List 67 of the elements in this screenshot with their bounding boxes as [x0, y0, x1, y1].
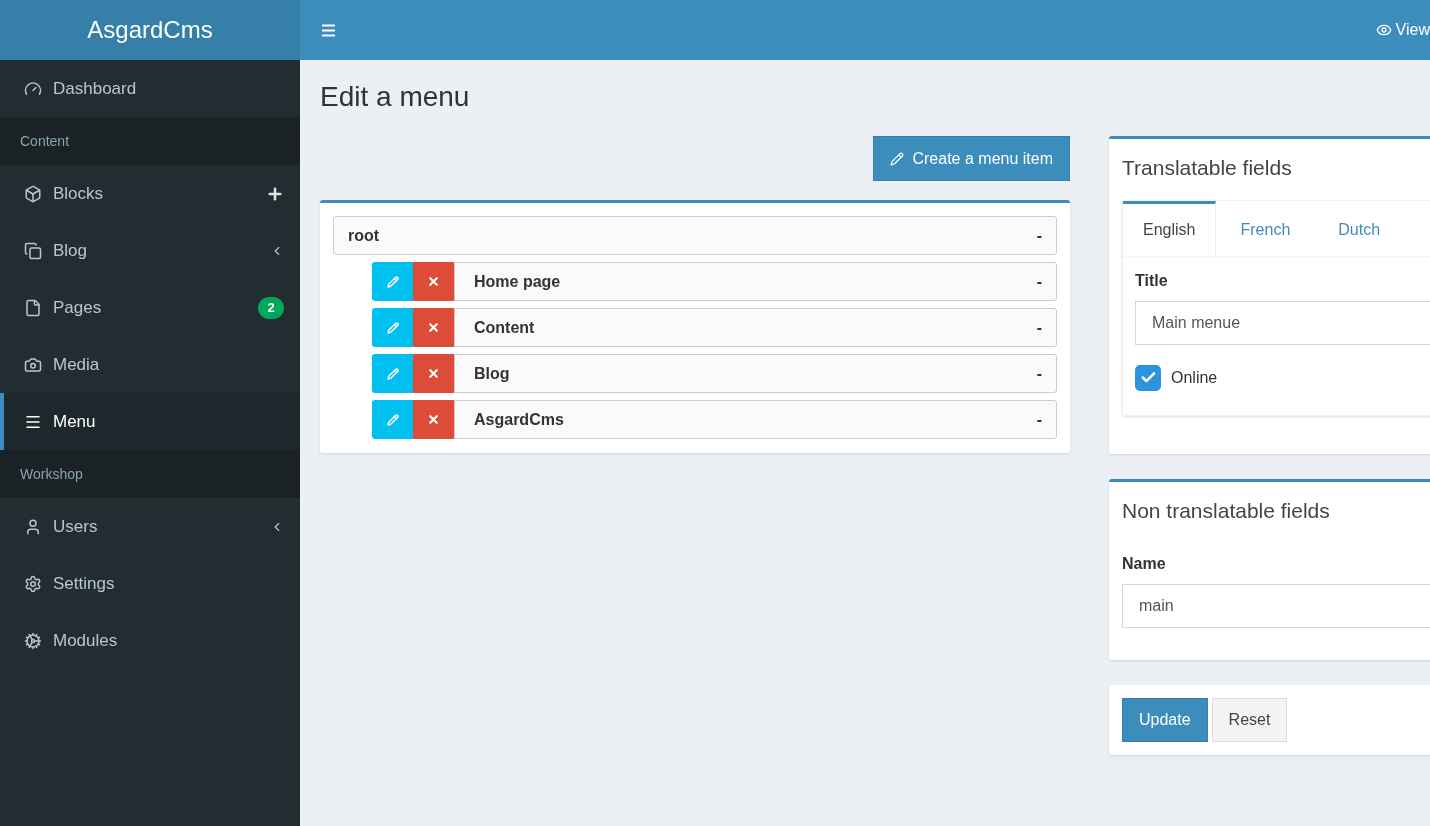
- tree-item[interactable]: Home page -: [454, 262, 1057, 301]
- sidebar-item[interactable]: Users: [0, 498, 300, 555]
- checkbox-label: Online: [1171, 367, 1218, 388]
- title-input[interactable]: Main menue: [1135, 300, 1430, 345]
- sidebar-item[interactable]: Menu: [0, 393, 300, 450]
- tree-item[interactable]: Blog -: [454, 354, 1057, 393]
- gauge-icon: [24, 79, 42, 98]
- user-icon: [24, 517, 42, 536]
- sidebar-item[interactable]: Media: [0, 336, 300, 393]
- close-icon: [427, 367, 440, 380]
- panel-title: Non translatable fields: [1122, 497, 1331, 524]
- language-tab[interactable]: Dutch: [1314, 200, 1405, 256]
- tree-item-label: Home page: [474, 271, 561, 292]
- pencil-icon: [890, 151, 905, 166]
- brand-logo[interactable]: AsgardCms: [0, 0, 300, 60]
- delete-button[interactable]: [413, 308, 454, 347]
- file-icon: [24, 298, 42, 317]
- cogs-icon: [24, 631, 42, 650]
- sidebar-item[interactable]: Settings: [0, 555, 300, 612]
- delete-button[interactable]: [413, 400, 454, 439]
- collapse-toggle[interactable]: -: [1036, 223, 1042, 248]
- sidebar-item[interactable]: Blog: [0, 222, 300, 279]
- tree-item-label: AsgardCms: [474, 409, 564, 430]
- create-menu-item-button[interactable]: Create a menu item: [873, 136, 1070, 181]
- online-checkbox[interactable]: [1135, 364, 1161, 391]
- tree-item[interactable]: root -: [333, 216, 1057, 255]
- eye-icon: [1375, 22, 1392, 38]
- close-icon: [427, 321, 440, 334]
- tree-item-label: Content: [474, 317, 535, 338]
- close-icon: [427, 413, 440, 426]
- update-button[interactable]: Update: [1122, 698, 1208, 742]
- tree-item[interactable]: AsgardCms -: [454, 400, 1057, 439]
- sidebar-item[interactable]: Blocks: [0, 165, 300, 222]
- sidebar-item[interactable]: Pages 2: [0, 279, 300, 336]
- collapse-toggle[interactable]: -: [1036, 315, 1042, 340]
- delete-button[interactable]: [413, 354, 454, 393]
- pencil-icon: [386, 413, 399, 426]
- sidebar-section-header: Content: [0, 117, 300, 165]
- count-badge: 2: [258, 296, 284, 319]
- camera-icon: [24, 355, 42, 374]
- delete-button[interactable]: [413, 262, 454, 301]
- pencil-icon: [386, 321, 399, 334]
- tree-item-label: root: [348, 225, 380, 246]
- close-icon: [427, 275, 440, 288]
- collapse-toggle[interactable]: -: [1036, 407, 1042, 432]
- pencil-icon: [386, 275, 399, 288]
- panel-title: Translatable fields: [1122, 155, 1293, 181]
- name-input[interactable]: main: [1122, 584, 1430, 628]
- view-link[interactable]: View: [1375, 18, 1430, 42]
- cube-icon: [24, 184, 42, 203]
- language-tab[interactable]: French: [1216, 200, 1315, 256]
- field-label: Title: [1135, 270, 1169, 291]
- settings-icon: [24, 574, 42, 593]
- menu-icon[interactable]: [320, 21, 337, 39]
- sidebar-item[interactable]: Modules: [0, 612, 300, 669]
- tree-item-label: Blog: [474, 363, 510, 384]
- sidebar-item[interactable]: Dashboard: [0, 60, 300, 117]
- reset-button[interactable]: Reset: [1211, 698, 1288, 742]
- language-tab[interactable]: English: [1123, 200, 1217, 256]
- collapse-toggle[interactable]: -: [1036, 361, 1042, 386]
- page-title: Edit a menu: [320, 80, 471, 114]
- tree-item[interactable]: Content -: [454, 308, 1057, 347]
- field-label: Name: [1122, 554, 1167, 574]
- collapse-toggle[interactable]: -: [1036, 269, 1042, 294]
- documents-icon: [24, 241, 42, 260]
- pencil-icon: [386, 367, 399, 380]
- sidebar-section-header: Workshop: [0, 450, 300, 498]
